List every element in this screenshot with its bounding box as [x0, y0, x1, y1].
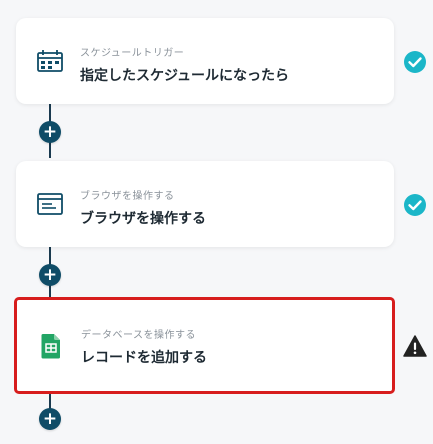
check-circle-icon [403, 193, 427, 217]
step-type-label: スケジュールトリガー [80, 48, 185, 59]
step-type-label: ブラウザを操作する [80, 191, 175, 202]
plus-icon: + [42, 264, 58, 285]
calendar-icon [36, 47, 64, 75]
check-circle-icon [403, 50, 427, 74]
step-type-label: データベースを操作する [81, 330, 196, 341]
add-step-button[interactable]: + [39, 408, 61, 430]
step-title: レコードを追加する [81, 350, 207, 366]
warning-icon [403, 334, 427, 358]
step-title: ブラウザを操作する [80, 211, 206, 227]
plus-icon: + [42, 408, 58, 429]
flow-step-card[interactable]: スケジュールトリガー 指定したスケジュールになったら [16, 18, 394, 104]
flow-step-card-selected[interactable]: データベースを操作する レコードを追加する [14, 297, 395, 394]
plus-icon: + [42, 121, 58, 142]
flow-canvas: + + + スケジュールトリガー 指定したスケジュールになったら ブラウザを操作… [0, 0, 433, 444]
google-sheets-icon [37, 332, 65, 360]
browser-window-icon [36, 190, 64, 218]
step-title: 指定したスケジュールになったら [80, 68, 290, 84]
add-step-button[interactable]: + [39, 264, 61, 286]
flow-step-card[interactable]: ブラウザを操作する ブラウザを操作する [16, 161, 394, 247]
add-step-button[interactable]: + [39, 121, 61, 143]
